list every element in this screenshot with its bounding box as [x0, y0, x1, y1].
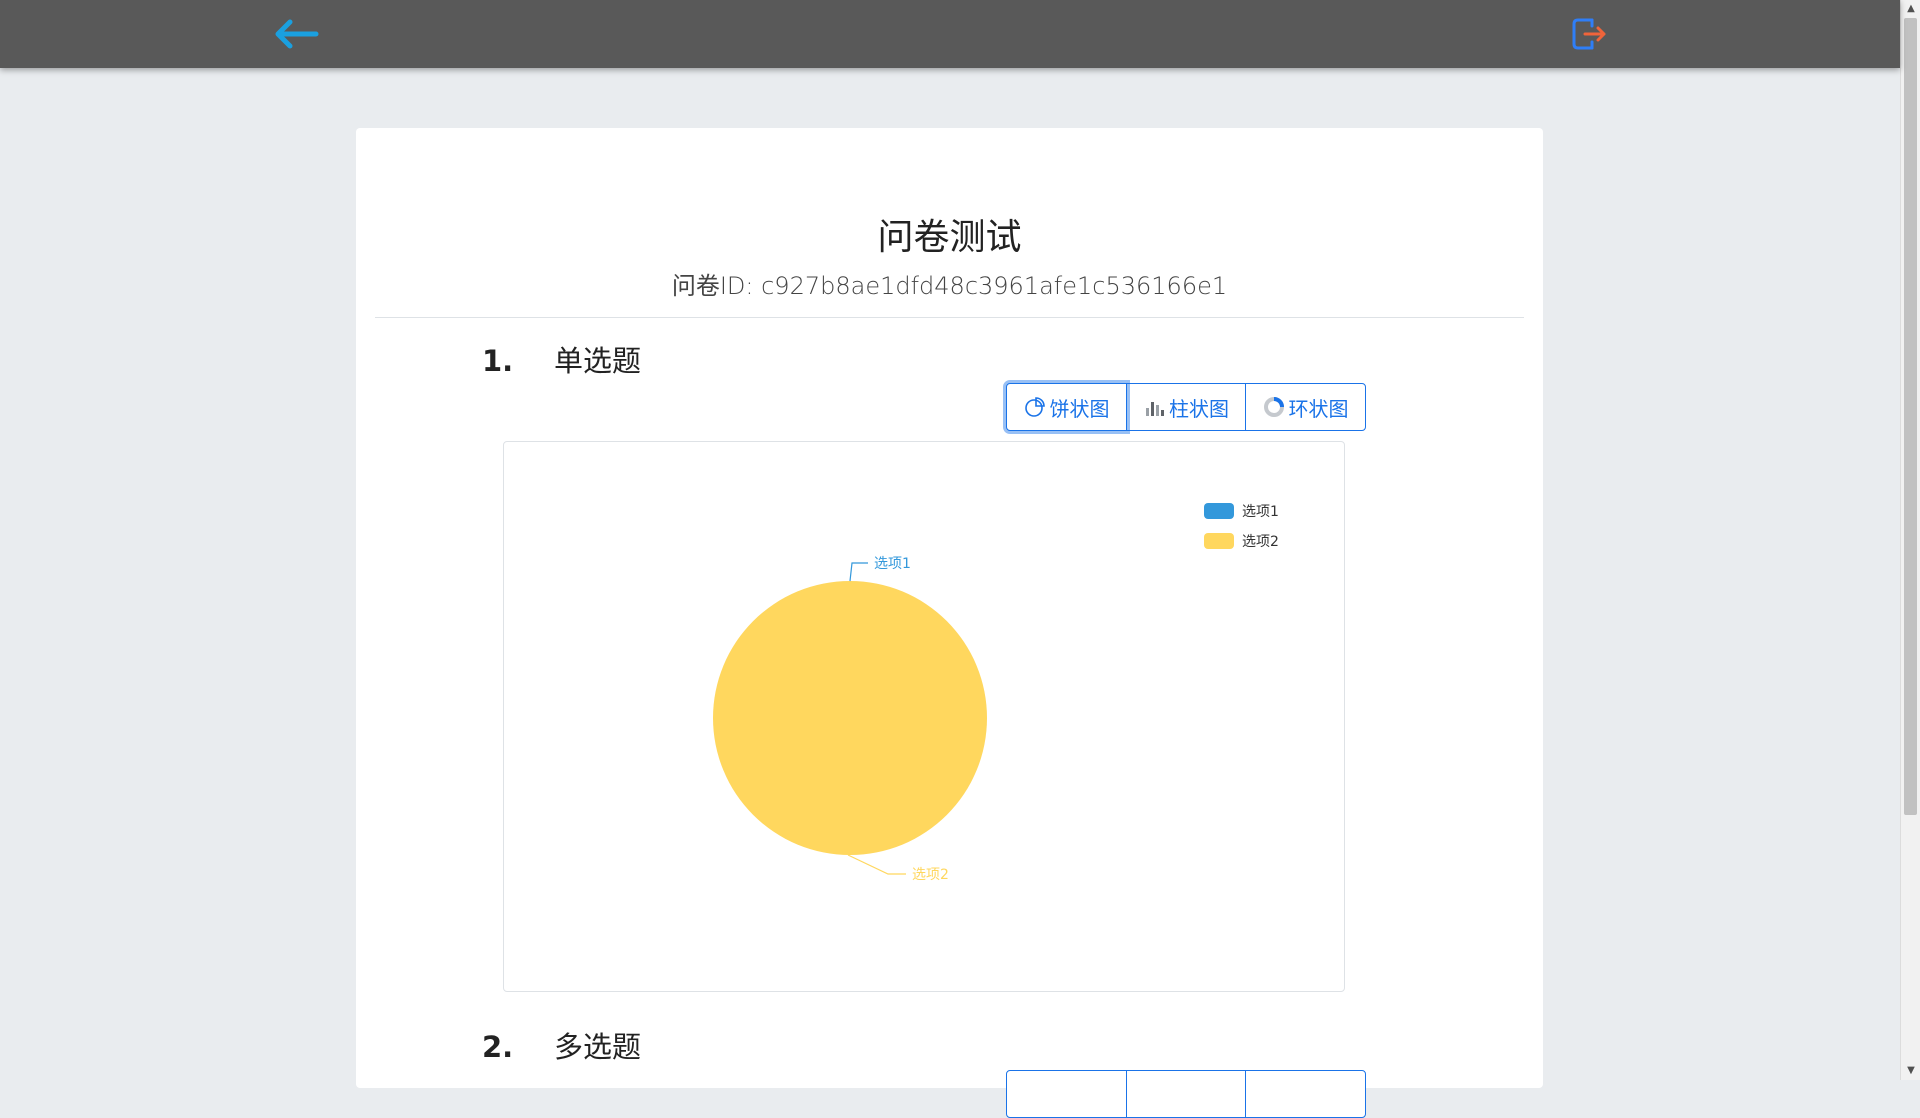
scrollbar-thumb[interactable] [1904, 18, 1917, 815]
bar-chart-button[interactable]: 柱状图 [1125, 383, 1247, 431]
label-leader-line [849, 562, 868, 582]
scroll-down-icon[interactable]: ▼ [1901, 1062, 1920, 1080]
button-label: 饼状图 [1049, 396, 1110, 421]
question-title: 多选题 [554, 1030, 642, 1064]
question-1-header: 1. 单选题 [482, 338, 641, 380]
question-title: 单选题 [554, 344, 642, 378]
scroll-up-icon[interactable]: ▲ [1901, 0, 1920, 18]
slice-label: 选项1 [874, 556, 911, 572]
question-2-header: 2. 多选题 [482, 1024, 641, 1066]
legend-item[interactable]: 选项1 [1204, 496, 1279, 526]
question-number: 1. [482, 344, 514, 378]
pie-chart-button[interactable] [1006, 1070, 1127, 1118]
label-leader-line [847, 854, 906, 875]
button-label: 环状图 [1288, 396, 1349, 421]
survey-result-card: 问卷测试 问卷ID: c927b8ae1dfd48c3961afe1c53616… [356, 128, 1543, 1118]
slice-label: 选项2 [912, 867, 949, 883]
legend-swatch [1204, 533, 1234, 549]
chart-legend: 选项1 选项2 [1204, 496, 1279, 556]
pie-chart-icon [1024, 397, 1045, 417]
legend-item[interactable]: 选项2 [1204, 526, 1279, 556]
question-number: 2. [482, 1030, 514, 1064]
donut-chart-icon [1263, 397, 1284, 417]
logout-button[interactable] [1568, 14, 1608, 54]
legend-swatch [1204, 503, 1234, 519]
donut-chart-button[interactable]: 环状图 [1245, 383, 1366, 431]
arrow-left-icon [275, 19, 319, 49]
bar-chart-icon [1146, 402, 1164, 416]
chart-type-toggle: 饼状图 柱状图 环状图 [1006, 383, 1366, 431]
chart-container: 选项1 选项2 选项1 选项2 [503, 441, 1345, 992]
page-scrollbar[interactable]: ▲ ▼ [1900, 0, 1920, 1080]
top-navbar [0, 0, 1900, 68]
divider [375, 317, 1524, 318]
chart-type-toggle [1006, 1070, 1366, 1118]
survey-id: 问卷ID: c927b8ae1dfd48c3961afe1c536166e1 [671, 272, 1228, 300]
logout-icon [1572, 18, 1606, 50]
pie-chart-button[interactable]: 饼状图 [1006, 383, 1127, 431]
back-button[interactable] [272, 14, 322, 54]
pie-slice[interactable] [713, 581, 987, 855]
legend-label: 选项2 [1242, 534, 1279, 550]
button-label: 柱状图 [1169, 396, 1229, 421]
donut-chart-button[interactable] [1245, 1070, 1366, 1118]
bar-chart-button[interactable] [1125, 1070, 1247, 1118]
survey-title: 问卷测试 [877, 217, 1022, 258]
legend-label: 选项1 [1242, 504, 1279, 520]
